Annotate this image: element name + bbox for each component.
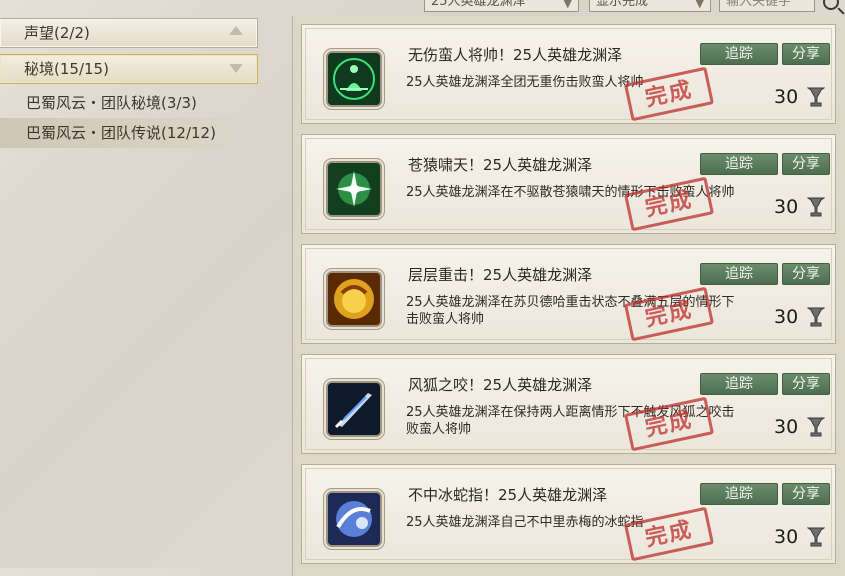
achievement-title: 风狐之咬！25人英雄龙渊泽 <box>408 376 593 394</box>
expand-arrow-icon <box>229 64 243 73</box>
chevron-down-icon: ▼ <box>563 0 572 10</box>
achievement-points: 30 <box>774 526 799 548</box>
achievement-points: 30 <box>774 86 799 108</box>
achievement-title: 无伤蛮人将帅！25人英雄龙渊泽 <box>408 46 623 64</box>
share-button[interactable]: 分享 <box>782 483 830 505</box>
achievement-points: 30 <box>774 306 799 328</box>
track-button[interactable]: 追踪 <box>700 483 778 505</box>
goblet-icon <box>807 526 825 548</box>
track-button[interactable]: 追踪 <box>700 43 778 65</box>
achievement-card: 苍猿啸天！25人英雄龙渊泽 25人英雄龙渊泽在不驱散苍猿啸天的情形下击败蛮人将帅… <box>301 134 836 234</box>
nav-category-label: 声望(2/2) <box>24 24 90 42</box>
raid-dropdown-value: 25人英雄龙渊泽 <box>431 0 526 9</box>
goblet-icon <box>807 86 825 108</box>
filter-bar: 25人英雄龙渊泽 ▼ 显示完成 ▼ 输入关键字 <box>0 0 845 14</box>
nav-subitem-label: 巴蜀风云・团队传说(12/12) <box>26 124 216 142</box>
share-button[interactable]: 分享 <box>782 153 830 175</box>
achievement-title: 层层重击！25人英雄龙渊泽 <box>408 266 593 284</box>
raid-dropdown[interactable]: 25人英雄龙渊泽 ▼ <box>424 0 579 12</box>
nav-category-reputation[interactable]: 声望(2/2) <box>0 18 258 48</box>
share-button[interactable]: 分享 <box>782 263 830 285</box>
achievement-card: 无伤蛮人将帅！25人英雄龙渊泽 25人英雄龙渊泽全团无重伤击败蛮人将帅 追踪 分… <box>301 24 836 124</box>
nav-subitem-team-realm[interactable]: 巴蜀风云・团队秘境(3/3) <box>0 88 258 118</box>
nav-category-label: 秘境(15/15) <box>24 60 109 78</box>
goblet-icon <box>807 416 825 438</box>
achievement-card: 风狐之咬！25人英雄龙渊泽 25人英雄龙渊泽在保持两人距离情形下不触发风狐之咬击… <box>301 354 836 454</box>
search-placeholder: 输入关键字 <box>726 0 792 9</box>
achievement-title: 苍猿啸天！25人英雄龙渊泽 <box>408 156 593 174</box>
goblet-icon <box>807 306 825 328</box>
track-button[interactable]: 追踪 <box>700 373 778 395</box>
collapse-arrow-icon <box>229 26 243 35</box>
status-dropdown-value: 显示完成 <box>596 0 649 9</box>
share-button[interactable]: 分享 <box>782 373 830 395</box>
burst-star-icon <box>326 161 382 217</box>
search-input[interactable]: 输入关键字 <box>719 0 815 12</box>
achievement-card: 层层重击！25人英雄龙渊泽 25人英雄龙渊泽在苏贝德哈重击状态不叠满五层的情形下… <box>301 244 836 344</box>
nav-category-secret-realm[interactable]: 秘境(15/15) <box>0 54 258 84</box>
ice-finger-icon <box>326 491 382 547</box>
share-button[interactable]: 分享 <box>782 43 830 65</box>
goblet-icon <box>807 196 825 218</box>
achievement-title: 不中冰蛇指！25人英雄龙渊泽 <box>408 486 608 504</box>
search-icon[interactable] <box>823 0 839 10</box>
chevron-down-icon: ▼ <box>695 0 704 10</box>
blade-icon <box>326 381 382 437</box>
achievement-card: 不中冰蛇指！25人英雄龙渊泽 25人英雄龙渊泽自己不中里赤梅的冰蛇指 追踪 分享… <box>301 464 836 564</box>
nav-subitem-team-legend[interactable]: 巴蜀风云・团队传说(12/12) <box>0 118 258 148</box>
track-button[interactable]: 追踪 <box>700 153 778 175</box>
category-nav: 声望(2/2) 秘境(15/15) 巴蜀风云・团队秘境(3/3) 巴蜀风云・团队… <box>0 18 268 148</box>
fist-strike-icon <box>326 271 382 327</box>
achievement-points: 30 <box>774 416 799 438</box>
achievement-points: 30 <box>774 196 799 218</box>
track-button[interactable]: 追踪 <box>700 263 778 285</box>
status-dropdown[interactable]: 显示完成 ▼ <box>589 0 711 12</box>
meditating-figure-icon <box>326 51 382 107</box>
nav-subitem-label: 巴蜀风云・团队秘境(3/3) <box>26 94 197 112</box>
achievement-list: 无伤蛮人将帅！25人英雄龙渊泽 25人英雄龙渊泽全团无重伤击败蛮人将帅 追踪 分… <box>292 16 845 576</box>
